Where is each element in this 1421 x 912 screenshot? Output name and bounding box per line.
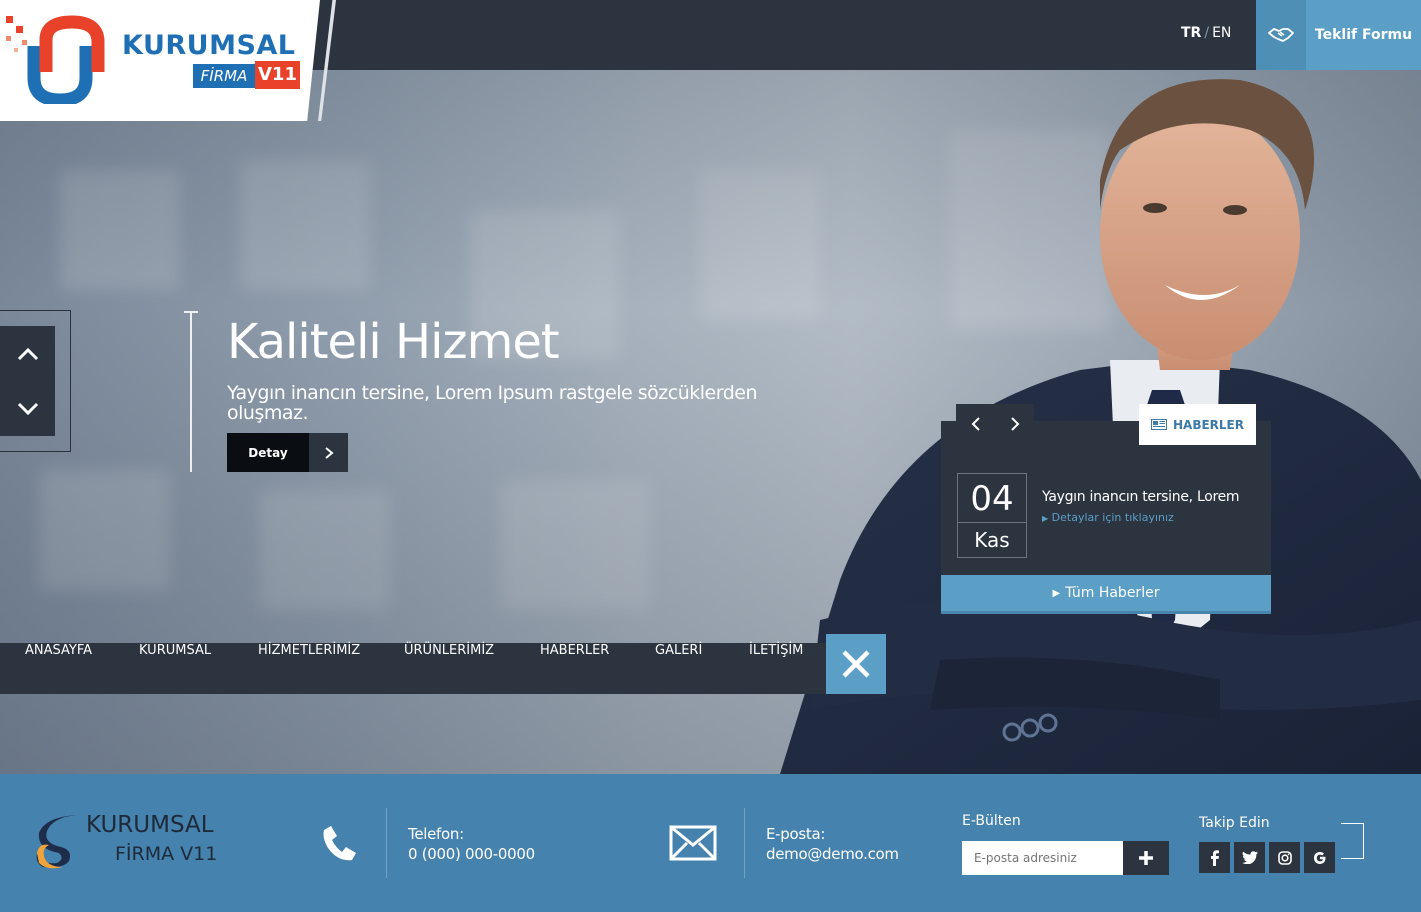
news-nav [956,404,1034,444]
newsletter-submit-button[interactable] [1123,841,1169,875]
chevron-left-icon [971,417,980,431]
twitter-button[interactable] [1234,842,1265,873]
footer-divider [386,808,387,878]
nav-item-hizmetlerimiz[interactable]: HİZMETLERİMİZ [258,643,360,694]
logo-wordmark: KURUMSAL [122,30,296,61]
site-logo[interactable]: KURUMSAL FİRMA V11 [0,0,336,121]
news-prev-button[interactable] [956,404,995,444]
slide-vertical-line [190,312,192,472]
envelope-icon [669,825,717,861]
nav-item-galeri[interactable]: GALERİ [655,643,702,694]
chevron-right-icon [324,446,334,459]
phone-label: Telefon: [408,825,464,843]
phone-icon [323,826,356,861]
instagram-button[interactable] [1269,842,1300,873]
handshake-icon [1268,28,1294,42]
logo-version: V11 [255,61,300,89]
footer-logo-mark-icon [36,815,77,869]
logo-firma: FİRMA [193,64,255,88]
logo-mark-icon [6,15,105,104]
slider-next-button[interactable] [0,381,55,436]
handshake-button[interactable] [1256,0,1306,70]
follow-heading: Takip Edin [1199,815,1270,831]
slider-prev-button[interactable] [0,326,55,381]
main-nav: ANASAYFA KURUMSAL HİZMETLERİMİZ ÜRÜNLERİ… [0,643,826,694]
news-tag: HABERLER [1139,404,1256,445]
email-value[interactable]: demo@demo.com [766,845,899,863]
caret-right-icon: ▶ [1052,587,1061,599]
news-detail-link-label: Detaylar için tıklayınız [1051,511,1174,524]
slide-detail-button[interactable]: Detay [227,433,309,472]
facebook-icon [1210,849,1219,866]
email-label: E-posta: [766,825,826,843]
footer-divider [744,808,745,878]
twitter-icon [1241,851,1258,864]
caret-right-icon: ▶ [1042,514,1049,523]
nav-item-haberler[interactable]: HABERLER [540,643,609,694]
news-date-month: Kas [957,523,1027,558]
newsletter-email-input[interactable] [962,841,1123,875]
nav-item-iletisim[interactable]: İLETİŞİM [749,643,803,694]
plus-icon [1139,851,1153,865]
footer-logo-wordmark: KURUMSAL [86,812,214,838]
newspaper-icon [1151,419,1167,430]
news-detail-link[interactable]: ▶ Detaylar için tıklayınız [1042,511,1174,524]
facebook-button[interactable] [1199,842,1230,873]
slider-nav [0,326,55,436]
news-date-day: 04 [957,473,1027,523]
close-icon [842,650,870,678]
phone-value[interactable]: 0 (000) 000-0000 [408,845,535,863]
chevron-down-icon [17,402,38,415]
slide-title: Kaliteli Hizmet [227,314,560,370]
google-icon [1313,851,1326,864]
slide-subtitle: Yaygın inancın tersine, Lorem Ipsum rast… [227,382,758,424]
all-news-label: Tüm Haberler [1065,585,1160,601]
newsletter-heading: E-Bülten [962,813,1021,829]
footer-logo-firma: FİRMA V11 [115,843,218,865]
news-next-button[interactable] [995,404,1034,444]
nav-item-kurumsal[interactable]: KURUMSAL [139,643,211,694]
news-tag-label: HABERLER [1173,417,1244,432]
chevron-right-icon [1010,417,1019,431]
lang-separator: / [1204,25,1210,41]
offer-form-button[interactable]: Teklif Formu [1306,0,1421,70]
slide-detail-arrow-button[interactable] [309,433,348,472]
news-title[interactable]: Yaygın inancın tersine, Lorem [1042,489,1240,505]
language-switcher: TR / EN [1181,25,1231,41]
lang-tr[interactable]: TR [1181,25,1201,41]
nav-item-anasayfa[interactable]: ANASAYFA [25,643,92,694]
lang-en[interactable]: EN [1212,25,1231,41]
follow-frame [1341,823,1364,859]
nav-item-urunlerimiz[interactable]: ÜRÜNLERİMİZ [404,643,494,694]
chevron-up-icon [17,347,38,360]
google-button[interactable] [1304,842,1335,873]
instagram-icon [1277,850,1292,865]
all-news-button[interactable]: ▶ Tüm Haberler [941,575,1271,614]
close-menu-button[interactable] [826,634,886,694]
